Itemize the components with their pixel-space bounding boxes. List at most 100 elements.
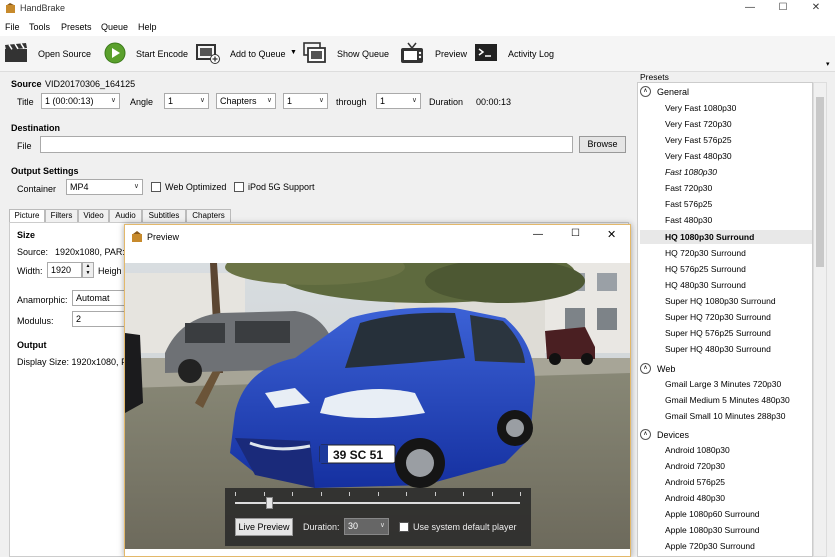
preset-item[interactable]: HQ 480p30 Surround <box>665 280 746 290</box>
angle-select-value: 1 <box>168 96 174 106</box>
preset-group-general[interactable]: General <box>657 87 689 97</box>
menu-help[interactable]: Help <box>138 22 157 32</box>
preset-group-web[interactable]: Web <box>657 364 675 374</box>
preset-item-selected[interactable]: HQ 1080p30 Surround <box>665 232 754 242</box>
collapse-icon[interactable]: ∧ <box>640 363 651 374</box>
preset-item[interactable]: Very Fast 480p30 <box>665 151 732 161</box>
preset-item[interactable]: Fast 720p30 <box>665 183 712 193</box>
seek-tick <box>235 492 236 496</box>
collapse-icon[interactable]: ∧ <box>640 429 651 440</box>
range-start-value: 1 <box>287 96 293 106</box>
chevron-down-icon: ▼ <box>290 49 297 56</box>
preset-item[interactable]: Android 1080p30 <box>665 445 730 455</box>
preset-item[interactable]: Apple 720p30 Surround <box>665 541 755 551</box>
preset-item[interactable]: Gmail Medium 5 Minutes 480p30 <box>665 395 790 405</box>
seek-tick <box>320 492 322 496</box>
close-button[interactable]: ✕ <box>802 0 830 17</box>
system-player-checkbox[interactable] <box>399 522 409 532</box>
preset-item[interactable]: Gmail Large 3 Minutes 720p30 <box>665 379 781 389</box>
live-preview-button[interactable]: Live Preview <box>235 518 293 536</box>
collapse-icon[interactable]: ∧ <box>640 86 651 97</box>
menu-file[interactable]: File <box>5 22 20 32</box>
seek-tick <box>349 492 350 496</box>
through-label: through <box>336 97 367 107</box>
title-select[interactable]: 1 (00:00:13) ∨ <box>41 93 120 109</box>
preset-item[interactable]: Android 480p30 <box>665 493 725 503</box>
modulus-value: 2 <box>76 314 82 324</box>
duration-label: Duration: <box>303 522 340 532</box>
title-bar: HandBrake — ☐ ✕ <box>0 0 835 17</box>
tab-filters[interactable]: Filters <box>45 209 78 223</box>
minimize-button[interactable]: — <box>736 0 764 17</box>
seek-slider-thumb[interactable] <box>266 497 274 509</box>
preset-item[interactable]: Super HQ 1080p30 Surround <box>665 296 776 306</box>
clapperboard-icon <box>5 43 27 62</box>
preset-item[interactable]: Fast 480p30 <box>665 215 712 225</box>
preset-item[interactable]: Super HQ 480p30 Surround <box>665 344 771 354</box>
preset-item[interactable]: Fast 1080p30 <box>665 167 717 177</box>
preset-item[interactable]: HQ 720p30 Surround <box>665 248 746 258</box>
preset-item[interactable]: Android 720p30 <box>665 461 725 471</box>
preview-title: Preview <box>147 232 180 242</box>
preset-item[interactable]: Super HQ 720p30 Surround <box>665 312 771 322</box>
preview-close-button[interactable]: ✕ <box>607 228 616 241</box>
angle-select[interactable]: 1 ∨ <box>164 93 209 109</box>
width-stepper[interactable]: ▲ ▼ <box>82 262 94 278</box>
start-encode-button[interactable]: Start Encode <box>100 36 192 72</box>
activity-log-button[interactable]: Activity Log <box>472 36 562 72</box>
toolbar-overflow-icon[interactable]: ▾ <box>826 60 830 68</box>
preset-item[interactable]: Very Fast 1080p30 <box>665 103 736 113</box>
preset-item[interactable]: Super HQ 576p25 Surround <box>665 328 771 338</box>
menu-tools[interactable]: Tools <box>29 22 50 32</box>
width-input[interactable]: 1920 <box>47 262 82 278</box>
preset-item[interactable]: HQ 576p25 Surround <box>665 264 746 274</box>
web-optimized-checkbox[interactable] <box>151 182 161 192</box>
file-path-input[interactable] <box>40 136 573 153</box>
open-source-label: Open Source <box>38 49 92 59</box>
modulus-select[interactable]: 2 <box>72 311 124 327</box>
activity-log-label: Activity Log <box>508 49 555 59</box>
system-player-label: Use system default player <box>413 522 517 532</box>
preset-item[interactable]: Android 576p25 <box>665 477 725 487</box>
tab-chapters[interactable]: Chapters <box>186 209 231 223</box>
preset-item[interactable]: Fast 576p25 <box>665 199 712 209</box>
preview-button[interactable]: Preview <box>398 36 470 72</box>
preset-item[interactable]: Very Fast 720p30 <box>665 119 732 129</box>
ipod-checkbox[interactable] <box>234 182 244 192</box>
picture-source-label: Source: <box>17 247 49 257</box>
range-end-select[interactable]: 1 ∨ <box>376 93 421 109</box>
seek-track[interactable] <box>235 502 520 504</box>
container-select[interactable]: MP4 ∨ <box>66 179 143 195</box>
range-type-select[interactable]: Chapters ∨ <box>216 93 276 109</box>
tab-audio[interactable]: Audio <box>109 209 142 223</box>
preview-maximize-button[interactable]: ☐ <box>571 228 580 239</box>
presets-scrollbar[interactable] <box>813 82 827 557</box>
browse-button[interactable]: Browse <box>579 136 626 153</box>
tab-picture[interactable]: Picture <box>9 209 45 223</box>
maximize-button[interactable]: ☐ <box>769 0 797 17</box>
tv-icon <box>401 42 423 63</box>
preset-item[interactable]: Very Fast 576p25 <box>665 135 732 145</box>
preview-minimize-button[interactable]: — <box>533 229 543 240</box>
preset-item[interactable]: Gmail Small 10 Minutes 288p30 <box>665 411 785 421</box>
duration-label: Duration <box>429 97 464 107</box>
scrollbar-thumb[interactable] <box>816 97 824 267</box>
show-queue-button[interactable]: Show Queue <box>301 36 393 72</box>
ipod-label: iPod 5G Support <box>248 182 315 192</box>
anamorphic-select[interactable]: Automat <box>72 290 124 306</box>
add-to-queue-button[interactable]: Add to Queue ▼ <box>193 36 298 72</box>
duration-select[interactable]: 30 ∨ <box>344 518 389 535</box>
preset-item[interactable]: Apple 1080p60 Surround <box>665 509 760 519</box>
open-source-button[interactable]: Open Source <box>0 36 95 72</box>
menu-presets[interactable]: Presets <box>61 22 92 32</box>
tab-subtitles[interactable]: Subtitles <box>142 209 186 223</box>
chevron-down-icon: ∨ <box>318 97 324 104</box>
range-start-select[interactable]: 1 ∨ <box>283 93 328 109</box>
menu-queue[interactable]: Queue <box>101 22 128 32</box>
preset-item[interactable]: Apple 1080p30 Surround <box>665 525 760 535</box>
file-label: File <box>17 141 32 151</box>
preset-group-devices[interactable]: Devices <box>657 430 689 440</box>
handbrake-icon <box>6 3 15 13</box>
title-label: Title <box>17 97 34 107</box>
tab-video[interactable]: Video <box>78 209 109 223</box>
